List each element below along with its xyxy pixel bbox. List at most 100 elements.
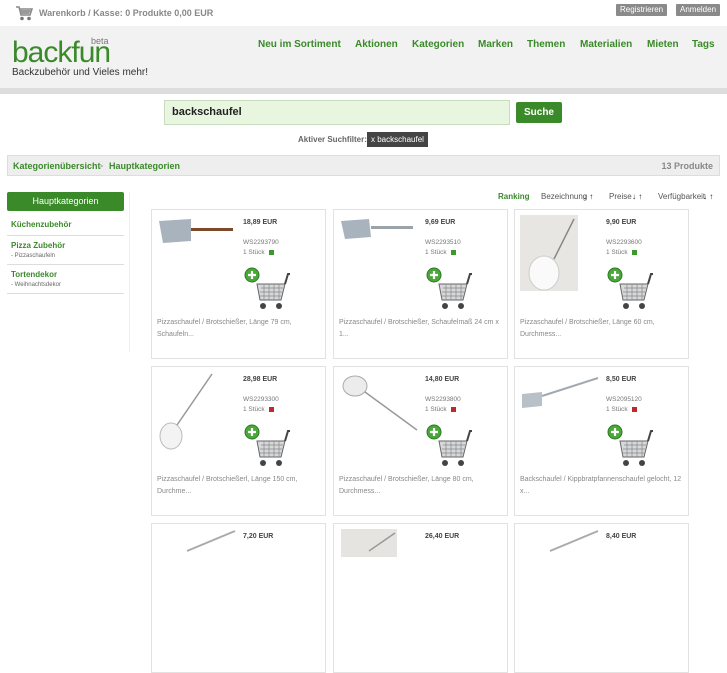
stock-indicator [631,249,637,255]
nav-tags[interactable]: Tags [692,39,715,50]
sidebar-border [129,192,130,352]
product-card[interactable]: 28,98 EUR WS2293300 1 Stück Pizzaschaufel /… [151,366,326,516]
product-card[interactable]: 26,40 EUR [333,523,508,673]
product-image[interactable] [339,372,419,452]
nav-marken[interactable]: Marken [478,39,513,50]
product-image[interactable] [520,372,600,452]
stock-quantity: 1 Stück [425,406,447,413]
nav-materialien[interactable]: Materialien [580,39,632,50]
stock-indicator [450,249,456,255]
nav-kategorien[interactable]: Kategorien [412,39,464,50]
breadcrumb: Kategorienübersicht > Hauptkategorien 13… [7,155,720,176]
product-description[interactable]: Pizzaschaufel / Brotschießer, Länge 80 c… [339,474,504,498]
product-card[interactable]: 14,80 EUR WS2293800 1 Stück Pizzaschaufel /… [333,366,508,516]
active-filter-label: Aktiver Suchfilter: [298,135,367,144]
remove-filter-chip[interactable]: x backschaufel [367,132,428,147]
product-stock: 1 Stück [243,406,274,413]
nav-aktionen[interactable]: Aktionen [355,39,398,50]
add-to-cart-icon[interactable] [606,423,654,469]
product-price: 14,80 EUR [425,376,460,383]
stock-quantity: 1 Stück [606,249,628,256]
stock-indicator [450,406,456,412]
product-image[interactable] [157,529,237,609]
product-price: 9,90 EUR [606,219,637,226]
product-sku: WS2293790 [243,239,279,246]
sort-ranking[interactable]: Ranking [498,192,530,201]
product-image[interactable] [520,529,600,609]
product-description[interactable]: Pizzaschaufel / Brotschießer, Länge 60 c… [520,317,685,341]
stock-indicator [631,406,637,412]
stock-quantity: 1 Stück [606,406,628,413]
product-card[interactable]: 9,90 EUR WS2293600 1 Stück Pizzaschaufel / … [514,209,689,359]
top-bar: Warenkorb / Kasse: 0 Produkte 0,00 EUR R… [0,0,727,26]
register-button[interactable]: Registrieren [616,4,668,16]
tagline: Backzubehör und Vieles mehr! [12,67,149,78]
cart-summary[interactable]: Warenkorb / Kasse: 0 Produkte 0,00 EUR [39,8,213,18]
sidebar-item-pizza-zubehoer[interactable]: Pizza Zubehör [7,241,124,250]
product-image[interactable] [157,372,237,452]
add-to-cart-icon[interactable] [606,266,654,312]
product-stock: 1 Stück [243,249,274,256]
sort-availability[interactable]: Verfügbarkeit [658,192,705,201]
stock-quantity: 1 Stück [425,249,447,256]
search-area: backschaufel Suche Aktiver Suchfilter: x… [0,94,727,154]
product-price: 28,98 EUR [243,376,278,383]
search-button[interactable]: Suche [516,102,562,123]
product-description[interactable]: Backschaufel / Kippbratpfannenschaufel g… [520,474,685,498]
breadcrumb-current[interactable]: Hauptkategorien [109,161,180,171]
product-sku: WS2293510 [425,239,461,246]
product-card[interactable]: 9,69 EUR WS2293510 1 Stück Pizzaschaufel / … [333,209,508,359]
breadcrumb-separator: > [98,161,104,171]
product-image[interactable] [339,529,419,609]
product-price: 18,89 EUR [243,219,278,226]
product-price: 9,69 EUR [425,219,456,226]
product-card[interactable]: 7,20 EUR [151,523,326,673]
sort-availability-arrows[interactable]: ↓ ↑ [703,192,713,201]
shopping-cart-icon[interactable] [14,4,34,22]
product-stock: 1 Stück [606,406,637,413]
breadcrumb-root[interactable]: Kategorienübersicht [13,161,101,171]
product-description[interactable]: Pizzaschaufel / Brotschießerl, Länge 150… [157,474,322,498]
product-stock: 1 Stück [425,249,456,256]
nav-mieten[interactable]: Mieten [647,39,679,50]
product-price: 8,40 EUR [606,533,637,540]
sidebar-item-tortendekor[interactable]: Tortendekor [7,270,124,279]
product-sku: WS2293800 [425,396,461,403]
product-card[interactable]: 18,89 EUR WS2293790 1 Stück Pizzaschaufel /… [151,209,326,359]
nav-neu-im-sortiment[interactable]: Neu im Sortiment [258,39,341,50]
product-card[interactable]: 8,40 EUR [514,523,689,673]
product-stock: 1 Stück [606,249,637,256]
product-price: 8,50 EUR [606,376,637,383]
sort-price-arrows[interactable]: ↓ ↑ [632,192,642,201]
sort-price[interactable]: Preise [609,192,632,201]
stock-indicator [268,406,274,412]
add-to-cart-icon[interactable] [243,423,291,469]
product-image[interactable] [157,215,237,295]
header: backfun beta Backzubehör und Vieles mehr… [0,26,727,88]
stock-quantity: 1 Stück [243,249,265,256]
sidebar-heading[interactable]: Hauptkategorien [7,192,124,211]
product-sku: WS2095120 [606,396,642,403]
sort-name-arrows[interactable]: ↓ ↑ [583,192,593,201]
sidebar: Hauptkategorien Küchenzubehör Pizza Zube… [7,192,124,294]
beta-badge: beta [91,36,109,46]
product-sku: WS2293600 [606,239,642,246]
add-to-cart-icon[interactable] [425,423,473,469]
sort-name[interactable]: Bezeichnung [541,192,587,201]
add-to-cart-icon[interactable] [425,266,473,312]
nav-themen[interactable]: Themen [527,39,565,50]
login-button[interactable]: Anmelden [676,4,721,16]
stock-indicator [268,249,274,255]
add-to-cart-icon[interactable] [243,266,291,312]
product-sku: WS2293300 [243,396,279,403]
divider [7,293,124,294]
sidebar-item-kuechenzubehoer[interactable]: Küchenzubehör [7,220,124,229]
product-price: 26,40 EUR [425,533,460,540]
product-description[interactable]: Pizzaschaufel / Brotschießer, Schaufelma… [339,317,504,341]
product-image[interactable] [520,215,600,295]
product-image[interactable] [339,215,419,295]
product-description[interactable]: Pizzaschaufel / Brotschießer, Länge 79 c… [157,317,322,341]
product-card[interactable]: 8,50 EUR WS2095120 1 Stück Backschaufel / K… [514,366,689,516]
search-input[interactable]: backschaufel [164,100,510,125]
product-stock: 1 Stück [425,406,456,413]
